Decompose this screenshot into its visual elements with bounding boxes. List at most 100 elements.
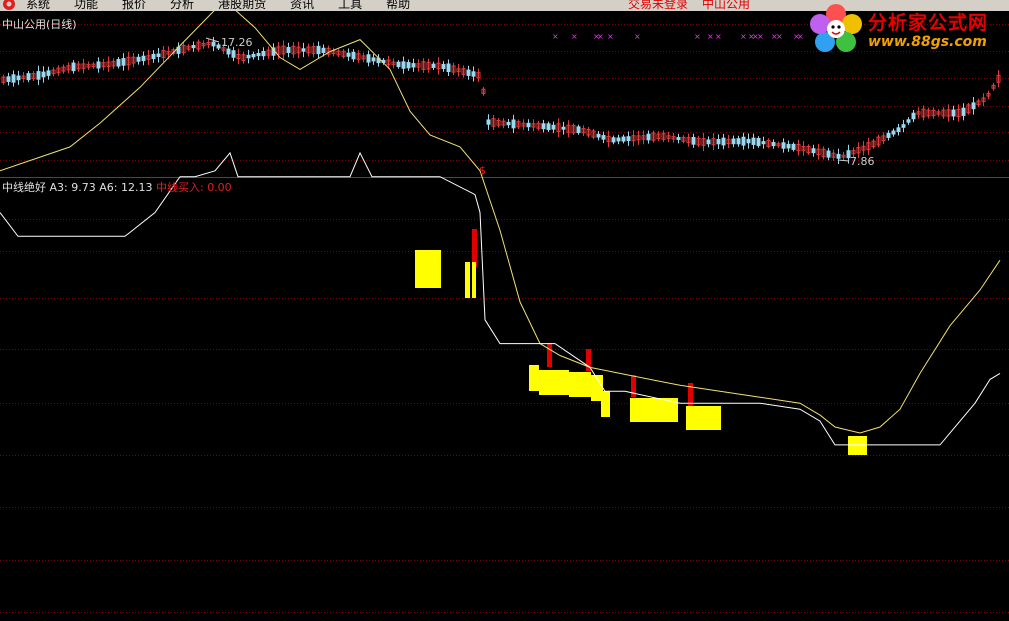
candle-body [16, 75, 21, 81]
candle-body [226, 48, 231, 55]
candle-body [96, 61, 101, 69]
candle-body [136, 56, 141, 62]
a3-value: 9.73 [71, 181, 96, 194]
candle-body [256, 53, 261, 57]
candle-body [411, 63, 416, 68]
candle-body [611, 137, 616, 143]
a3-label: A3: [49, 181, 68, 194]
signal-block [848, 436, 867, 455]
signal-x-mark: × [571, 32, 578, 41]
candle-body [541, 123, 546, 130]
candle-body [576, 126, 581, 134]
menu-analysis[interactable]: 分析 [170, 0, 194, 11]
a6-label: A6: [99, 181, 118, 194]
buy-bar [472, 229, 477, 267]
low-price-pointer [837, 159, 850, 162]
menu-quote[interactable]: 报价 [122, 0, 146, 11]
candle-body [771, 142, 776, 147]
candle-body [911, 112, 916, 120]
high-price-pointer [205, 37, 220, 43]
candle-body [121, 58, 126, 66]
stock-name-status: 中山公用 [702, 0, 751, 11]
login-status[interactable]: 交易未登录 [628, 0, 688, 11]
candle-body [836, 153, 841, 159]
candle-body [751, 137, 756, 145]
candle-body [786, 143, 791, 149]
menu-hk-futures[interactable]: 港股期货 [218, 0, 266, 11]
candle-body [551, 124, 556, 130]
candle-body [756, 137, 761, 147]
candle-body [526, 122, 531, 128]
candle-body [891, 130, 896, 135]
candle-body [6, 76, 11, 82]
candle-body [471, 71, 476, 77]
candle-body [626, 136, 631, 142]
signal-x-mark: × [634, 32, 641, 41]
candle-body [371, 57, 376, 62]
candle-body [736, 138, 741, 145]
menu-tools[interactable]: 工具 [338, 0, 362, 11]
high-price-label: 17.26 [221, 36, 253, 49]
candle-body [26, 73, 31, 81]
candlesticks [1, 36, 1001, 164]
candle-body [401, 61, 406, 69]
candle-body [971, 102, 976, 110]
chart-canvas[interactable]: × × ×× × × × × × × ××× ×× ×× 17.26 7.86 $ [0, 11, 1009, 621]
signal-block [539, 370, 569, 395]
candle-body [41, 71, 46, 78]
candle-body [446, 63, 451, 73]
buy-label: 中线买入: [155, 181, 204, 194]
signal-x-mark: × [707, 32, 714, 41]
candle-body [321, 47, 326, 53]
candle-body [156, 53, 161, 58]
candle-body [811, 148, 816, 154]
candle-body [441, 63, 446, 70]
flower-logo-icon [810, 4, 862, 52]
menu-function[interactable]: 功能 [74, 0, 98, 11]
candle-body [596, 133, 601, 138]
candle-body [896, 127, 901, 133]
candle-body [791, 143, 796, 150]
menu-help[interactable]: 帮助 [386, 0, 410, 11]
candle-body [601, 135, 606, 140]
candle-body [246, 54, 251, 59]
candle-body [746, 138, 751, 144]
candle-body [961, 107, 966, 116]
low-price-label: 7.86 [850, 155, 875, 168]
split-marker: $ [479, 164, 486, 177]
a6-line [0, 11, 1001, 434]
signal-block [686, 406, 721, 430]
candle-body [706, 139, 711, 145]
menu-news[interactable]: 资讯 [290, 0, 314, 11]
candle-body [351, 51, 356, 60]
candle-body [781, 142, 786, 149]
candle-body [886, 132, 891, 138]
candle-body [561, 126, 566, 130]
candle-body [646, 133, 651, 141]
menu-system[interactable]: 系统 [26, 0, 50, 11]
candle-body [826, 150, 831, 158]
candle-body [951, 109, 956, 117]
signal-x-mark: × [776, 32, 783, 41]
signal-x-mark: × [797, 32, 804, 41]
candle-body [286, 47, 291, 53]
signal-block [465, 262, 470, 298]
candle-body [261, 50, 266, 57]
candle-body [141, 55, 146, 62]
candle-body [906, 119, 911, 123]
candle-body [486, 119, 491, 125]
candle-body [511, 119, 516, 129]
candle-body [506, 121, 511, 126]
candle-body [691, 136, 696, 145]
signal-x-mark: × [740, 32, 747, 41]
brand-watermark: 分析家公式网 www.88gs.com [808, 2, 1009, 54]
candle-body [346, 52, 351, 57]
brand-name: 分析家公式网 [868, 12, 989, 34]
candle-body [36, 71, 41, 80]
candle-body [616, 137, 621, 142]
app-logo-icon [3, 0, 15, 10]
signal-x-mark: × [694, 32, 701, 41]
signal-block [569, 372, 591, 397]
chart-title: 中山公用(日线) [2, 18, 77, 31]
signal-block [472, 262, 476, 298]
